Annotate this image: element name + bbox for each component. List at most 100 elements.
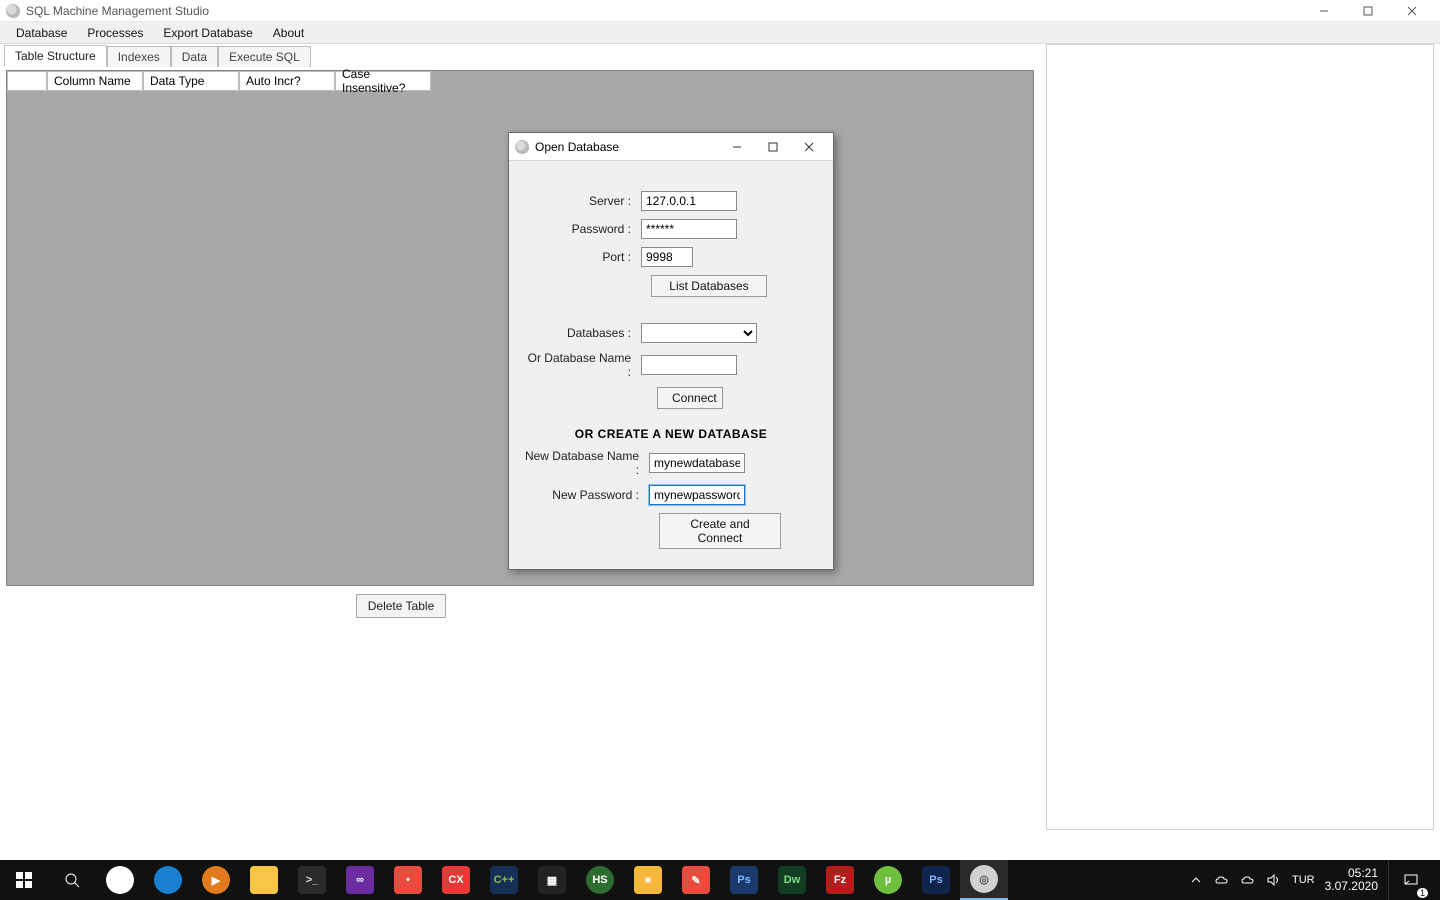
edge-icon: [154, 866, 182, 894]
taskbar-app-photoshop2-icon[interactable]: Ps: [912, 860, 960, 900]
taskbar: ▶ >_ ∞• CX C++ ▦ HS ✶✎ Ps Dw Fzµ Ps ◎ TUR 05:21 3.07…: [0, 860, 1440, 900]
tray-cloud-icon[interactable]: [1240, 872, 1256, 888]
minimize-icon: [732, 142, 742, 152]
port-input[interactable]: [641, 247, 693, 267]
taskbar-app-sqlmachine-icon[interactable]: ◎: [960, 860, 1008, 900]
tab-data[interactable]: Data: [171, 46, 218, 67]
or-db-name-label: Or Database Name :: [521, 351, 641, 379]
taskbar-app-app-cpp-icon[interactable]: C++: [480, 860, 528, 900]
minimize-button[interactable]: [1302, 0, 1346, 22]
taskbar-app-utorrent-icon[interactable]: µ: [864, 860, 912, 900]
password-label: Password :: [521, 222, 641, 236]
dialog-title-bar: Open Database: [509, 133, 833, 161]
taskbar-app-app-tiles-icon[interactable]: ▦: [528, 860, 576, 900]
notifications-button[interactable]: 1: [1388, 860, 1432, 900]
menu-export-database[interactable]: Export Database: [153, 23, 262, 43]
dialog-title: Open Database: [535, 140, 619, 154]
taskbar-app-visual-studio-icon[interactable]: ∞: [336, 860, 384, 900]
taskbar-app-media-player-icon[interactable]: ▶: [192, 860, 240, 900]
menu-about[interactable]: About: [263, 23, 314, 43]
taskbar-app-edge-icon[interactable]: [144, 860, 192, 900]
notifications-icon: [1403, 872, 1419, 888]
start-button[interactable]: [0, 860, 48, 900]
tab-indexes[interactable]: Indexes: [107, 46, 171, 67]
open-database-dialog: Open Database Server : Password : Port :…: [508, 132, 834, 570]
menu-bar: Database Processes Export Database About: [0, 22, 1440, 44]
photoshop-icon: Ps: [730, 866, 758, 894]
taskbar-apps: ▶ >_ ∞• CX C++ ▦ HS ✶✎ Ps Dw Fzµ Ps ◎: [96, 860, 1008, 900]
dialog-minimize-button[interactable]: [719, 133, 755, 161]
window-title: SQL Machine Management Studio: [26, 4, 209, 18]
taskbar-app-app-hs-icon[interactable]: HS: [576, 860, 624, 900]
databases-label: Databases :: [521, 326, 641, 340]
password-input[interactable]: [641, 219, 737, 239]
maximize-button[interactable]: [1346, 0, 1390, 22]
taskbar-app-app-cx-icon[interactable]: CX: [432, 860, 480, 900]
dialog-close-button[interactable]: [791, 133, 827, 161]
taskbar-app-dreamweaver-icon[interactable]: Dw: [768, 860, 816, 900]
or-db-name-input[interactable]: [641, 355, 737, 375]
photoshop2-icon: Ps: [922, 866, 950, 894]
col-header-column-name[interactable]: Column Name: [47, 71, 143, 91]
port-label: Port :: [521, 250, 641, 264]
new-password-input[interactable]: [649, 485, 745, 505]
new-db-name-input[interactable]: [649, 453, 745, 473]
taskbar-app-filezilla-icon[interactable]: Fz: [816, 860, 864, 900]
delete-table-button[interactable]: Delete Table: [356, 594, 446, 618]
taskbar-app-app-red1-icon[interactable]: •: [384, 860, 432, 900]
app-hs-icon: HS: [586, 866, 614, 894]
minimize-icon: [1319, 6, 1329, 16]
tab-table-structure[interactable]: Table Structure: [4, 45, 107, 67]
tray-onedrive-icon[interactable]: [1214, 872, 1230, 888]
col-header-auto-incr[interactable]: Auto Incr?: [239, 71, 335, 91]
taskbar-app-photoshop-icon[interactable]: Ps: [720, 860, 768, 900]
taskbar-app-explorer-icon[interactable]: [240, 860, 288, 900]
create-and-connect-button[interactable]: Create and Connect: [659, 513, 781, 549]
explorer-icon: [250, 866, 278, 894]
tray-language[interactable]: TUR: [1292, 874, 1315, 886]
cmd-icon: >_: [298, 866, 326, 894]
menu-database[interactable]: Database: [6, 23, 77, 43]
databases-select[interactable]: [641, 323, 757, 343]
tray-volume-icon[interactable]: [1266, 872, 1282, 888]
server-input[interactable]: [641, 191, 737, 211]
col-header-rownum[interactable]: [7, 71, 47, 91]
taskbar-app-cmd-icon[interactable]: >_: [288, 860, 336, 900]
maximize-icon: [768, 142, 778, 152]
filezilla-icon: Fz: [826, 866, 854, 894]
side-panel: [1046, 44, 1434, 830]
server-label: Server :: [521, 194, 641, 208]
create-db-section-title: OR CREATE A NEW DATABASE: [521, 427, 821, 441]
close-button[interactable]: [1390, 0, 1434, 22]
app-cx-icon: CX: [442, 866, 470, 894]
new-db-name-label: New Database Name :: [521, 449, 649, 477]
tray-date: 3.07.2020: [1325, 880, 1378, 893]
col-header-case-insensitive[interactable]: Case Insensitive?: [335, 71, 431, 91]
system-tray: TUR 05:21 3.07.2020 1: [1180, 860, 1440, 900]
list-databases-button[interactable]: List Databases: [651, 275, 767, 297]
menu-processes[interactable]: Processes: [77, 23, 153, 43]
connect-button[interactable]: Connect: [657, 387, 723, 409]
close-icon: [1407, 6, 1417, 16]
tab-execute-sql[interactable]: Execute SQL: [218, 46, 311, 67]
dialog-maximize-button[interactable]: [755, 133, 791, 161]
table-grid-headers: Column Name Data Type Auto Incr? Case In…: [7, 71, 431, 91]
new-password-label: New Password :: [521, 488, 649, 502]
taskbar-search-button[interactable]: [48, 860, 96, 900]
search-icon: [64, 872, 80, 888]
media-player-icon: ▶: [202, 866, 230, 894]
close-icon: [804, 142, 814, 152]
tray-chevron-up-icon[interactable]: [1188, 872, 1204, 888]
notifications-badge: 1: [1417, 888, 1428, 898]
taskbar-app-chrome-icon[interactable]: [96, 860, 144, 900]
utorrent-icon: µ: [874, 866, 902, 894]
maximize-icon: [1363, 6, 1373, 16]
taskbar-app-app-yellow1-icon[interactable]: ✶: [624, 860, 672, 900]
tray-clock[interactable]: 05:21 3.07.2020: [1325, 867, 1378, 893]
title-bar: SQL Machine Management Studio: [0, 0, 1440, 22]
col-header-data-type[interactable]: Data Type: [143, 71, 239, 91]
windows-logo-icon: [16, 872, 32, 888]
app-tiles-icon: ▦: [538, 866, 566, 894]
dialog-app-icon: [515, 140, 529, 154]
taskbar-app-app-red-note-icon[interactable]: ✎: [672, 860, 720, 900]
